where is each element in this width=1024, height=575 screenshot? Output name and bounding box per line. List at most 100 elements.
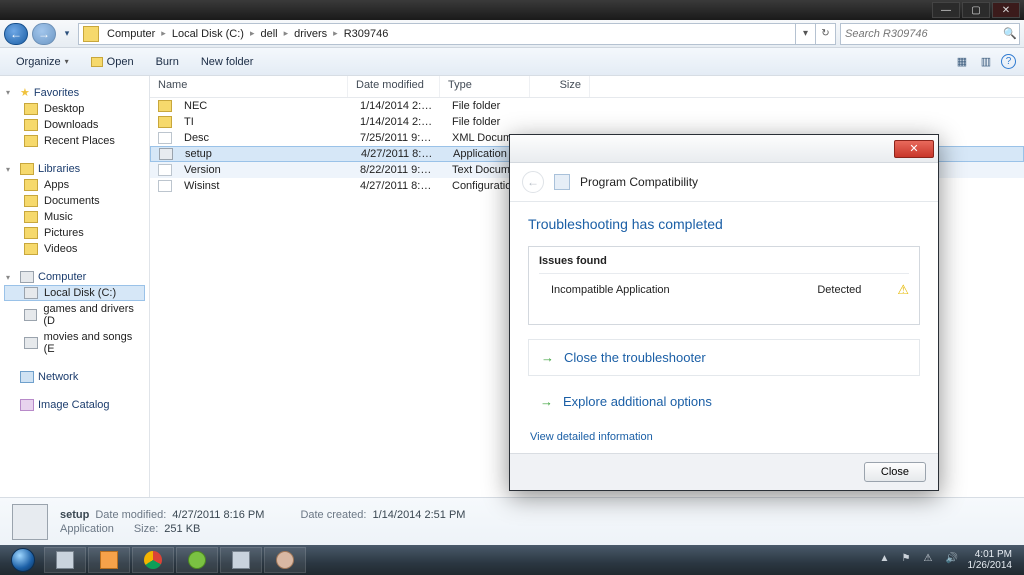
help-button[interactable]: ? — [1001, 54, 1016, 69]
dialog-close-x[interactable]: ✕ — [894, 140, 934, 158]
view-detailed-info-link[interactable]: View detailed information — [528, 427, 653, 443]
recent-icon — [24, 135, 38, 147]
preview-pane-button[interactable]: ▥ — [977, 53, 995, 71]
sidebar-item-videos[interactable]: Videos — [4, 241, 145, 257]
refresh-button[interactable]: ↻ — [815, 24, 835, 44]
column-headers[interactable]: Name Date modified Type Size — [150, 76, 1024, 98]
breadcrumb[interactable]: Computer▸ Local Disk (C:)▸ dell▸ drivers… — [78, 23, 836, 45]
dialog-titlebar[interactable]: ✕ — [510, 135, 938, 163]
folder-icon — [83, 26, 99, 42]
sidebar-item-apps[interactable]: Apps — [4, 177, 145, 193]
col-date[interactable]: Date modified — [348, 76, 440, 97]
clock[interactable]: 4:01 PM1/26/2014 — [968, 549, 1013, 571]
minimize-button[interactable]: — — [932, 2, 960, 18]
app-icon — [276, 551, 294, 569]
window-close-button[interactable]: ✕ — [992, 2, 1020, 18]
burn-button[interactable]: Burn — [148, 53, 187, 71]
taskbar-app-chrome[interactable] — [132, 547, 174, 573]
sidebar-item-drive-e[interactable]: movies and songs (E — [4, 329, 145, 357]
network-header[interactable]: Network — [4, 369, 145, 385]
file-row[interactable]: NEC1/14/2014 2:51 PMFile folder — [150, 98, 1024, 114]
volume-icon[interactable]: 🔊 — [946, 553, 960, 567]
compatibility-dialog: ✕ ← Program Compatibility Troubleshootin… — [509, 134, 939, 491]
folder-icon — [24, 243, 38, 255]
file-icon — [158, 164, 172, 176]
taskbar[interactable]: ▲ ⚑ ⚠ 🔊 4:01 PM1/26/2014 — [0, 545, 1024, 575]
col-size[interactable]: Size — [530, 76, 590, 97]
sidebar-item-music[interactable]: Music — [4, 209, 145, 225]
breadcrumb-dropdown[interactable]: ▾ — [795, 24, 815, 44]
dialog-close-button[interactable]: Close — [864, 462, 926, 482]
network-icon[interactable]: ⚠ — [924, 553, 938, 567]
file-icon — [158, 180, 172, 192]
breadcrumb-seg[interactable]: Computer — [103, 28, 159, 40]
sidebar-item-desktop[interactable]: Desktop — [4, 101, 145, 117]
favorites-header[interactable]: ▾★Favorites — [4, 84, 145, 101]
search-box[interactable]: 🔍 — [840, 23, 1020, 45]
drive-icon — [24, 337, 38, 349]
nav-back-button[interactable]: ← — [4, 23, 28, 45]
taskbar-app-generic1[interactable] — [220, 547, 262, 573]
taskbar-app-media[interactable] — [88, 547, 130, 573]
taskbar-app-generic2[interactable] — [264, 547, 306, 573]
sidebar-item-downloads[interactable]: Downloads — [4, 117, 145, 133]
breadcrumb-seg[interactable]: drivers — [290, 28, 331, 40]
explore-options-option[interactable]: → Explore additional options — [528, 384, 920, 419]
breadcrumb-seg[interactable]: dell — [256, 28, 281, 40]
windows-orb-icon — [11, 548, 35, 572]
sidebar-item-pictures[interactable]: Pictures — [4, 225, 145, 241]
folder-icon — [24, 179, 38, 191]
new-folder-button[interactable]: New folder — [193, 53, 262, 71]
folder-icon — [24, 227, 38, 239]
nav-history-dropdown[interactable]: ▾ — [60, 23, 74, 45]
view-options-button[interactable]: ▦ — [953, 53, 971, 71]
nav-forward-button[interactable]: → — [32, 23, 56, 45]
details-pane: setup Date modified:4/27/2011 8:16 PM Da… — [0, 497, 1024, 545]
toolbar: Organize▾ Open Burn New folder ▦ ▥ ? — [0, 48, 1024, 76]
breadcrumb-seg[interactable]: R309746 — [340, 28, 393, 40]
sidebar-item-recent[interactable]: Recent Places — [4, 133, 145, 149]
open-button[interactable]: Open — [83, 53, 142, 71]
details-name: setup — [60, 509, 89, 521]
folder-icon — [158, 116, 172, 128]
dialog-heading: Troubleshooting has completed — [528, 216, 920, 232]
torrent-icon — [188, 551, 206, 569]
flag-icon[interactable]: ⚑ — [902, 553, 916, 567]
warning-icon: ⚠ — [897, 282, 909, 298]
breadcrumb-seg[interactable]: Local Disk (C:) — [168, 28, 248, 40]
issues-header: Issues found — [539, 255, 909, 274]
downloads-icon — [24, 119, 38, 131]
search-icon[interactable]: 🔍 — [1001, 27, 1019, 40]
close-troubleshooter-option[interactable]: → Close the troubleshooter — [528, 339, 920, 376]
libraries-header[interactable]: ▾Libraries — [4, 161, 145, 177]
explorer-icon — [56, 551, 74, 569]
system-tray[interactable]: ▲ ⚑ ⚠ 🔊 4:01 PM1/26/2014 — [880, 549, 1021, 571]
file-row[interactable]: TI1/14/2014 2:51 PMFile folder — [150, 114, 1024, 130]
tray-arrow-icon[interactable]: ▲ — [880, 553, 894, 567]
computer-icon — [20, 271, 34, 283]
taskbar-app-torrent[interactable] — [176, 547, 218, 573]
folder-icon — [24, 195, 38, 207]
program-compatibility-icon — [554, 174, 570, 190]
taskbar-app-explorer[interactable] — [44, 547, 86, 573]
maximize-button[interactable]: ▢ — [962, 2, 990, 18]
col-type[interactable]: Type — [440, 76, 530, 97]
start-button[interactable] — [4, 546, 42, 574]
desktop-icon — [24, 103, 38, 115]
computer-header[interactable]: ▾Computer — [4, 269, 145, 285]
navigation-pane: ▾★Favorites Desktop Downloads Recent Pla… — [0, 76, 150, 497]
col-name[interactable]: Name — [150, 76, 348, 97]
folder-icon — [24, 211, 38, 223]
dialog-back-button[interactable]: ← — [522, 171, 544, 193]
chrome-icon — [144, 551, 162, 569]
network-icon — [20, 371, 34, 383]
app-icon — [232, 551, 250, 569]
organize-button[interactable]: Organize▾ — [8, 53, 77, 71]
sidebar-item-drive-d[interactable]: games and drivers (D — [4, 301, 145, 329]
search-input[interactable] — [841, 28, 1001, 40]
image-catalog-header[interactable]: Image Catalog — [4, 397, 145, 413]
libraries-icon — [20, 163, 34, 175]
sidebar-item-documents[interactable]: Documents — [4, 193, 145, 209]
open-icon — [91, 57, 103, 67]
sidebar-item-local-disk-c[interactable]: Local Disk (C:) — [4, 285, 145, 301]
